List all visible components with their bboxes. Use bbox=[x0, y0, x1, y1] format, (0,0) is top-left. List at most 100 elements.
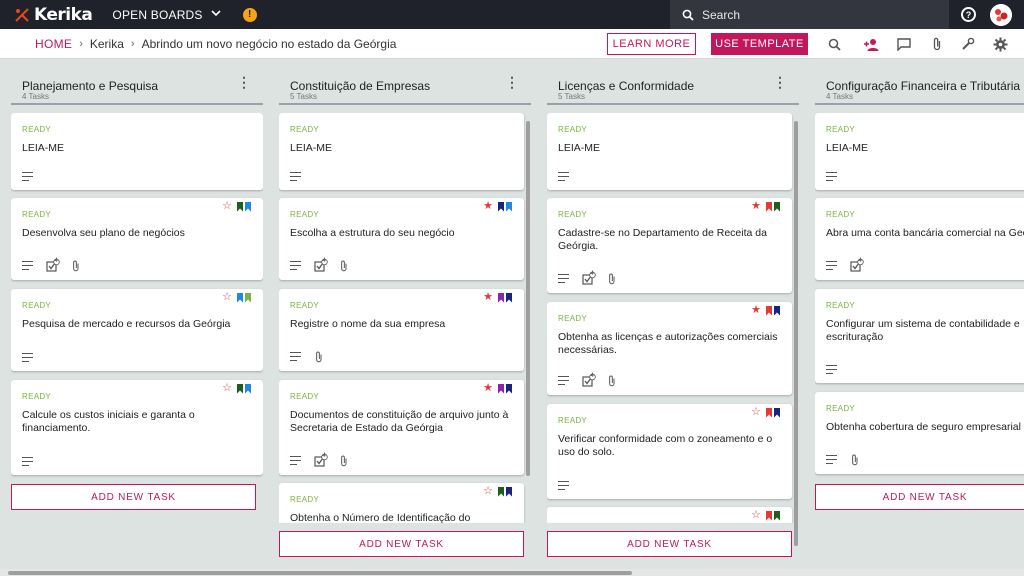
task-card[interactable]: READY Pesquisa de mercado e recursos da G… bbox=[11, 289, 263, 371]
board-column: Constituição de Empresas 5 Tasks ⋮ READY LEI… bbox=[279, 59, 531, 569]
breadcrumb-account[interactable]: Kerika bbox=[90, 37, 124, 51]
attachment-icon[interactable] bbox=[929, 36, 945, 52]
description-icon bbox=[558, 172, 569, 181]
task-card[interactable]: READY LEIA-ME bbox=[11, 113, 263, 190]
column-menu-icon[interactable]: ⋮ bbox=[237, 75, 251, 89]
column-title[interactable]: Planejamento e Pesquisa bbox=[22, 79, 158, 93]
card-indicators bbox=[22, 172, 46, 181]
task-card[interactable]: READY Abra uma conta bancária comercial n… bbox=[815, 198, 1024, 280]
star-filled-icon[interactable]: ★ bbox=[483, 201, 493, 212]
star-outline-icon[interactable]: ☆ bbox=[222, 383, 232, 394]
search-bar[interactable] bbox=[670, 0, 949, 29]
card-title: Cadastre-se no Departamento de Receita d… bbox=[558, 227, 767, 252]
board-search-icon[interactable] bbox=[826, 36, 842, 52]
add-new-task-button[interactable]: ADD NEW TASK bbox=[815, 484, 1024, 510]
column-menu-icon[interactable]: ⋮ bbox=[773, 75, 787, 89]
bookmark-tag-icon bbox=[245, 292, 251, 303]
card-indicators bbox=[290, 172, 314, 181]
card-indicators bbox=[290, 350, 324, 363]
description-icon bbox=[290, 455, 301, 465]
checklist-count: 4 bbox=[322, 257, 326, 264]
vertical-scrollbar[interactable] bbox=[526, 121, 530, 476]
card-status: READY bbox=[558, 416, 588, 425]
card-status: READY bbox=[22, 125, 52, 134]
card-status: READY bbox=[290, 392, 320, 401]
card-title: Obtenha cobertura de seguro empresarial bbox=[826, 421, 1021, 433]
bookmark-tag-icon bbox=[506, 292, 512, 303]
task-card[interactable]: READY Obtenha as licenças e autorizações … bbox=[547, 302, 792, 395]
card-indicators bbox=[22, 353, 46, 362]
star-filled-icon[interactable]: ★ bbox=[483, 292, 493, 303]
card-indicators bbox=[826, 172, 850, 181]
bookmark-tag-icon bbox=[498, 486, 504, 497]
vertical-scrollbar[interactable] bbox=[794, 121, 798, 546]
tools-icon[interactable] bbox=[960, 36, 976, 52]
card-flags: ☆ bbox=[222, 383, 251, 394]
task-card[interactable]: READY LEIA-ME bbox=[815, 113, 1024, 190]
card-status: READY bbox=[826, 125, 856, 134]
bookmark-tag-icon bbox=[774, 510, 780, 521]
add-person-icon[interactable] bbox=[864, 36, 880, 52]
task-card[interactable]: READY Escolha a estrutura do seu negócio ★… bbox=[279, 198, 524, 280]
column-title[interactable]: Configuração Financeira e Tributária bbox=[826, 79, 1020, 93]
task-card[interactable]: READY Cadastre-se no Departamento de Rece… bbox=[547, 198, 792, 293]
notification-alert-icon[interactable]: ! bbox=[242, 7, 257, 22]
task-card[interactable]: READY Calcule os custos iniciais e garant… bbox=[11, 380, 263, 475]
card-status: READY bbox=[826, 404, 856, 413]
card-title: Desenvolva seu plano de negócios bbox=[22, 227, 185, 239]
description-icon bbox=[826, 172, 837, 181]
description-icon bbox=[290, 260, 301, 270]
bookmark-tag-icon bbox=[774, 201, 780, 212]
search-input[interactable] bbox=[702, 7, 922, 22]
star-outline-icon[interactable]: ☆ bbox=[751, 510, 761, 521]
task-card[interactable]: READY Verificar conformidade com o zoneam… bbox=[547, 404, 792, 499]
add-new-task-button[interactable]: ADD NEW TASK bbox=[547, 531, 792, 557]
bookmark-tag-icon bbox=[237, 383, 243, 394]
chat-icon[interactable] bbox=[896, 36, 912, 52]
column-task-count: 4 Tasks bbox=[826, 92, 853, 101]
checklist-icon: 4 bbox=[582, 271, 596, 285]
open-boards-menu[interactable]: OPEN BOARDS bbox=[112, 8, 221, 22]
task-card[interactable]: READY Obtenha o Número de Identificação d… bbox=[279, 483, 524, 523]
star-outline-icon[interactable]: ☆ bbox=[222, 201, 232, 212]
task-card[interactable]: READY Documentos de constituição de arqui… bbox=[279, 380, 524, 475]
search-icon bbox=[682, 9, 694, 21]
task-card[interactable]: READY LEIA-ME bbox=[279, 113, 524, 190]
bookmark-tag-icon bbox=[774, 305, 780, 316]
description-icon bbox=[826, 365, 837, 374]
board-column: Configuração Financeira e Tributária 4 Ta… bbox=[815, 59, 1024, 569]
star-filled-icon[interactable]: ★ bbox=[751, 201, 761, 212]
add-new-task-button[interactable]: ADD NEW TASK bbox=[279, 531, 524, 557]
task-card[interactable]: READY Desenvolva seu plano de negócios ☆ 4 bbox=[11, 198, 263, 280]
card-status: READY bbox=[290, 495, 320, 504]
task-card[interactable]: READY Obtenha cobertura de seguro empresa… bbox=[815, 392, 1024, 474]
task-card[interactable]: READY Configurar um sistema de contabilid… bbox=[815, 289, 1024, 383]
avatar[interactable] bbox=[990, 4, 1012, 26]
star-outline-icon[interactable]: ☆ bbox=[222, 292, 232, 303]
task-card[interactable]: READY LEIA-ME bbox=[547, 113, 792, 190]
task-card[interactable]: READY Registre o nome da sua empresa ★ bbox=[279, 289, 524, 371]
star-outline-icon[interactable]: ☆ bbox=[483, 486, 493, 497]
card-flags: ★ bbox=[483, 383, 512, 394]
column-header: Constituição de Empresas 5 Tasks ⋮ bbox=[279, 59, 531, 105]
star-outline-icon[interactable]: ☆ bbox=[751, 407, 761, 418]
horizontal-scrollbar-thumb[interactable] bbox=[8, 571, 632, 575]
task-card[interactable]: ☆ bbox=[547, 507, 792, 523]
paperclip-icon bbox=[314, 350, 324, 363]
add-new-task-button[interactable]: ADD NEW TASK bbox=[11, 484, 256, 510]
column-menu-icon[interactable]: ⋮ bbox=[505, 75, 519, 89]
kerika-logo[interactable]: Kerika bbox=[14, 5, 93, 25]
card-title: LEIA-ME bbox=[826, 142, 869, 154]
column-title[interactable]: Licenças e Conformidade bbox=[558, 79, 694, 93]
star-filled-icon[interactable]: ★ bbox=[483, 383, 493, 394]
card-flags: ★ bbox=[751, 201, 780, 212]
column-title[interactable]: Constituição de Empresas bbox=[290, 79, 430, 93]
use-template-button[interactable]: USE TEMPLATE bbox=[711, 33, 808, 55]
learn-more-button[interactable]: LEARN MORE bbox=[607, 33, 696, 55]
checklist-count: 4 bbox=[590, 372, 594, 379]
star-filled-icon[interactable]: ★ bbox=[751, 305, 761, 316]
settings-gear-icon[interactable] bbox=[992, 36, 1008, 52]
help-icon[interactable]: ? bbox=[961, 7, 976, 22]
breadcrumb-home[interactable]: HOME bbox=[35, 37, 72, 51]
description-icon bbox=[22, 172, 33, 181]
